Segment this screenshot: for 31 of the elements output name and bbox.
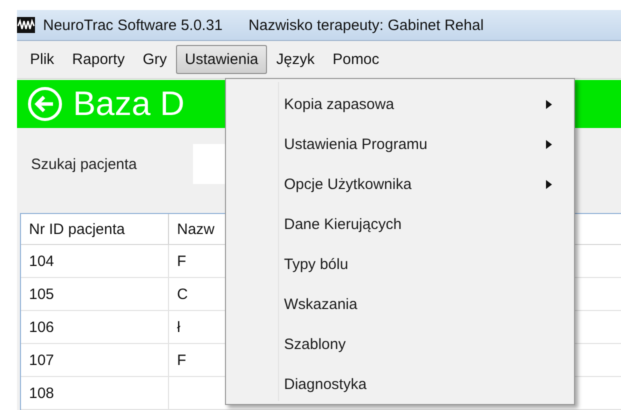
table-cell: 106 (21, 311, 169, 343)
table-cell-text: C (176, 284, 188, 304)
app-logo-icon (17, 17, 35, 33)
menu-item[interactable]: Dane Kierujących (228, 204, 572, 244)
menu-item[interactable]: Ustawienia Programu (228, 124, 572, 164)
menu-item[interactable]: Diagnostyka (228, 364, 572, 404)
menu-bar-item[interactable]: Gry (134, 45, 176, 74)
window-subtitle: Nazwisko terapeuty: Gabinet Rehal (248, 16, 484, 34)
menu-bar-item[interactable]: Ustawienia (176, 45, 268, 74)
menu-item[interactable]: Typy bólu (228, 244, 572, 284)
menu-bar-item[interactable]: Plik (21, 45, 64, 74)
page-title: Baza D (73, 84, 184, 124)
window-title: NeuroTrac Software 5.0.31 (43, 16, 223, 34)
table-cell-text: F (176, 350, 186, 370)
menu-bar-item[interactable]: Język (267, 45, 324, 74)
column-header[interactable]: Nazw (169, 214, 215, 244)
table-cell-text: F (176, 252, 186, 272)
menu-item[interactable]: Szablony (228, 324, 572, 364)
menu-bar-item[interactable]: Pomoc (324, 45, 388, 74)
table-cell: 105 (21, 278, 169, 310)
menu-item[interactable]: Opcje Użytkownika (228, 164, 572, 204)
search-label: Szukaj pacjenta (31, 156, 138, 172)
table-cell: 108 (21, 377, 169, 409)
table-cell: 104 (21, 245, 169, 277)
column-header[interactable]: Nr ID pacjenta (21, 214, 169, 244)
table-cell: 107 (21, 344, 169, 376)
menu-item[interactable]: Kopia zapasowa (228, 84, 572, 124)
menu-item[interactable]: Wskazania (228, 284, 572, 324)
menu-bar-item[interactable]: Raporty (63, 45, 134, 74)
back-icon[interactable] (27, 86, 63, 122)
table-cell-text: ł (176, 318, 180, 338)
